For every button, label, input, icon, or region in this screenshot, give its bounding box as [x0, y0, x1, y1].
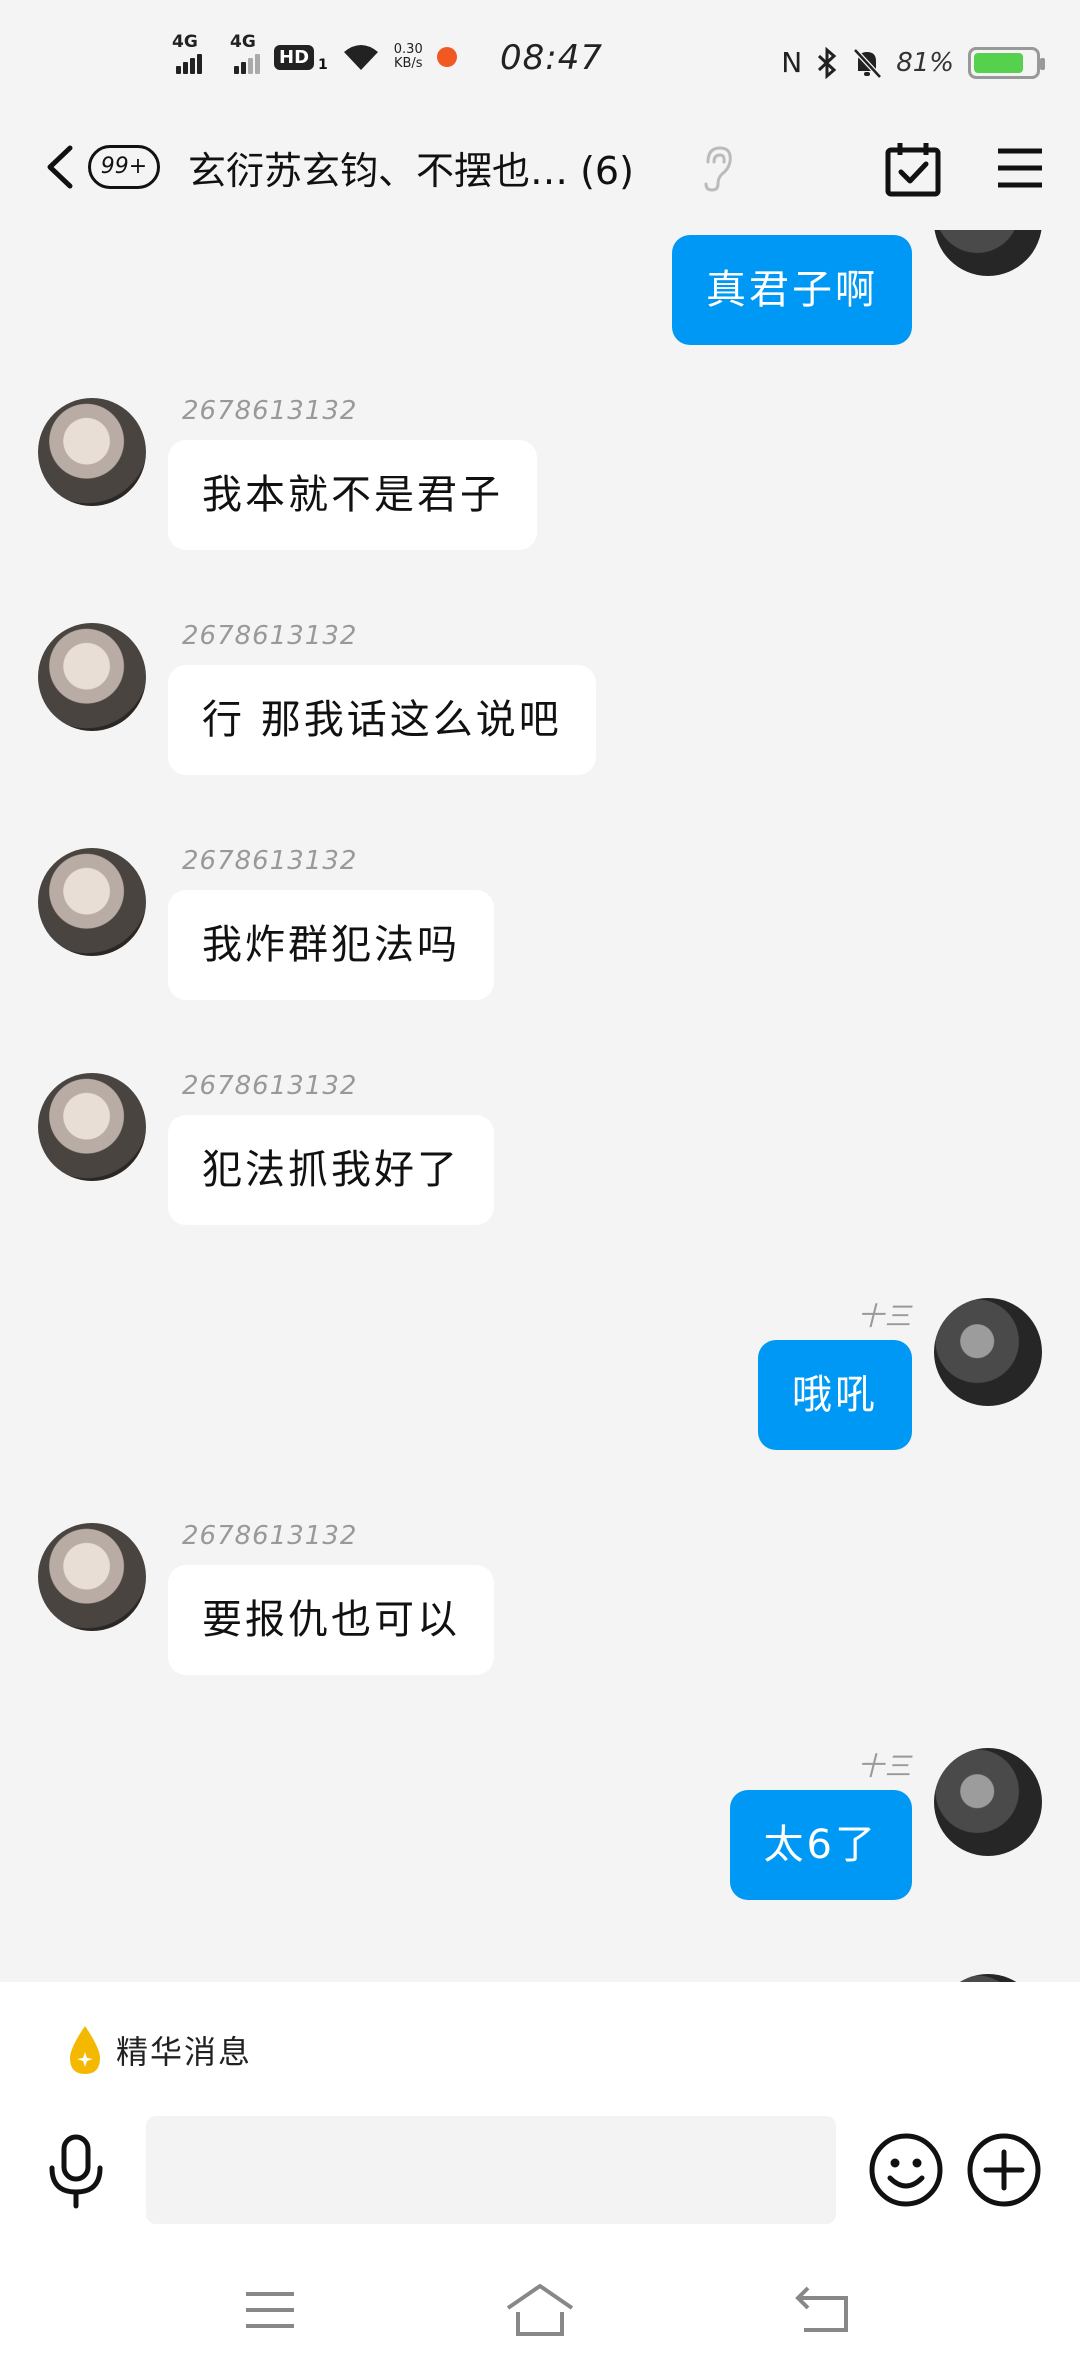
battery-fill	[974, 52, 1023, 73]
avatar[interactable]	[38, 623, 146, 731]
sender-name: 2678613132	[182, 846, 358, 876]
avatar[interactable]	[38, 1523, 146, 1631]
emoji-icon[interactable]	[868, 2132, 944, 2208]
mute-bell-icon	[853, 47, 883, 79]
message-row: 2678613132 我本就不是君子	[0, 396, 1080, 598]
title-bar: 99+ 玄衍苏玄钧、不摆也… (6)	[0, 120, 1080, 230]
hd-voice-icon: HD	[274, 44, 315, 70]
sender-name: 2678613132	[182, 1521, 358, 1551]
sender-name: 2678613132	[182, 621, 358, 651]
chat-area[interactable]: 真君子啊 2678613132 我本就不是君子 2678613132 行 那我话…	[0, 230, 1080, 1982]
message-row: 2678613132 犯法抓我好了	[0, 1071, 1080, 1273]
sender-name: 2678613132	[182, 1071, 358, 1101]
avatar[interactable]	[934, 1298, 1042, 1406]
unread-badge[interactable]: 99+	[88, 145, 160, 189]
message-row: 十三 哦吼	[0, 1298, 1080, 1498]
back-arrow-icon[interactable]	[40, 142, 80, 192]
battery-percent: 81%	[896, 47, 954, 78]
avatar[interactable]	[934, 230, 1042, 276]
menu-icon[interactable]	[996, 146, 1044, 190]
message-bubble[interactable]: 真君子啊	[672, 235, 912, 345]
message-row: 2678613132 行 那我话这么说吧	[0, 621, 1080, 823]
message-bubble[interactable]: 行 那我话这么说吧	[168, 665, 596, 775]
signal-1-label: 4G	[172, 32, 198, 52]
signal-1-icon: 4G	[172, 32, 202, 74]
wifi-icon	[343, 45, 378, 70]
avatar[interactable]	[38, 1073, 146, 1181]
nav-back-icon[interactable]	[794, 2286, 850, 2334]
status-right: Ν 81%	[781, 46, 1045, 79]
message-row: 2678613132 要报仇也可以	[0, 1521, 1080, 1723]
input-panel: 精华消息	[0, 1982, 1080, 2376]
avatar[interactable]	[934, 1974, 1042, 1982]
message-bubble[interactable]: 要报仇也可以	[168, 1565, 494, 1675]
signal-2-icon: 4G	[230, 32, 260, 74]
message-row: 2678613132 我炸群犯法吗	[0, 846, 1080, 1048]
sender-name: 2678613132	[182, 396, 358, 426]
status-left: 4G 4G HD 1 0.30 KB/s	[172, 32, 457, 74]
essence-messages-button[interactable]: 精华消息	[66, 2024, 252, 2076]
net-speed-unit: KB/s	[393, 56, 423, 71]
message-row: 真君子啊	[0, 230, 1080, 350]
avatar[interactable]	[934, 1748, 1042, 1856]
net-speed: 0.30 KB/s	[394, 43, 423, 71]
message-bubble[interactable]: 太6了	[729, 1790, 912, 1900]
app-notification-icon	[436, 47, 457, 67]
message-bubble[interactable]: 我本就不是君子	[168, 440, 537, 550]
signal-2-label: 4G	[230, 32, 256, 52]
hd-sim-label: 1	[318, 57, 328, 73]
battery-icon	[968, 46, 1045, 79]
status-bar: 4G 4G HD 1 0.30 KB/s 08:47 Ν 81%	[0, 0, 1080, 120]
sender-name: 十三	[857, 1752, 912, 1782]
message-row: 十三 太6了	[0, 1748, 1080, 1948]
avatar[interactable]	[38, 848, 146, 956]
nav-recents-icon[interactable]	[244, 2290, 296, 2330]
ear-icon[interactable]	[700, 144, 736, 194]
essence-drop-icon	[70, 2026, 100, 2074]
nfc-icon: Ν	[781, 46, 803, 79]
message-bubble[interactable]: 我炸群犯法吗	[168, 890, 494, 1000]
nav-home-icon[interactable]	[504, 2282, 576, 2338]
plus-icon[interactable]	[966, 2132, 1042, 2208]
message-bubble[interactable]: 犯法抓我好了	[168, 1115, 494, 1225]
essence-label: 精华消息	[116, 2033, 253, 2071]
message-bubble[interactable]: 哦吼	[758, 1340, 912, 1450]
net-speed-value: 0.30	[393, 42, 423, 57]
avatar[interactable]	[38, 398, 146, 506]
chat-title[interactable]: 玄衍苏玄钧、不摆也… (6)	[188, 140, 634, 195]
message-input[interactable]	[146, 2116, 836, 2224]
sender-name: 十三	[857, 1302, 912, 1332]
microphone-icon[interactable]	[46, 2134, 106, 2210]
bluetooth-icon	[818, 46, 837, 79]
calendar-check-icon[interactable]	[884, 140, 942, 198]
clock: 08:47	[500, 38, 603, 78]
